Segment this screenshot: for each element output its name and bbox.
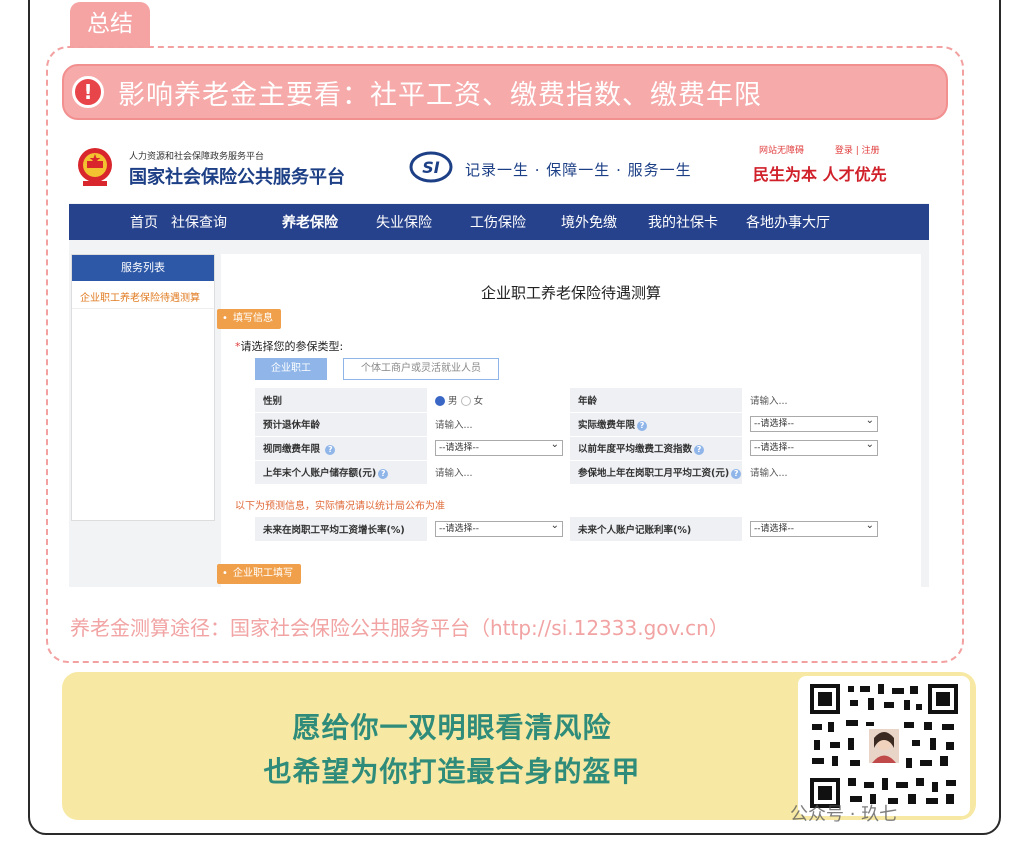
actual-years-cell: --请选择-- [742,412,885,437]
source-line: 养老金测算途径：国家社会保险公共服务平台（http://si.12333.gov… [70,616,729,640]
closing-banner: 愿给你一双明眼看清风险 也希望为你打造最合身的盔甲 [62,672,976,820]
table-row: 上年末个人账户储存额(元)? 请输入... 参保地上年在岗职工月平均工资(元)?… [255,460,885,485]
service-sidebar: 服务列表 企业职工养老保险待遇测算 [71,254,215,521]
female-radio[interactable] [460,396,471,407]
gender-label: 性别 [255,388,427,413]
svg-text:SI: SI [422,158,440,177]
nav-unemployment-insurance[interactable]: 失业保险 [357,212,451,232]
interest-rate-label: 未来个人账户记账利率(%) [570,517,742,541]
org-subtitle: 人力资源和社会保障政务服务平台 [129,152,265,162]
site-slogan: 记录一生 · 保障一生 · 服务一生 [465,161,692,179]
help-icon[interactable]: ? [378,469,389,479]
nav-insurance-query[interactable]: 社保查询 [169,212,229,232]
interest-rate-select[interactable]: --请选择-- [750,519,878,537]
accessibility-link[interactable]: 网站无障碍 [759,146,804,156]
wage-growth-select[interactable]: --请选择-- [435,519,563,537]
banner-line-1: 愿给你一双明眼看清风险 [292,711,612,744]
qr-code-icon[interactable] [808,682,960,810]
calc-panel: 企业职工养老保险待遇测算 填写信息 *请选择您的参保类型: 企业职工 个体工商户… [217,254,921,587]
nav-overseas-exemption[interactable]: 境外免缴 [545,212,633,232]
calc-title: 企业职工养老保险待遇测算 [480,284,661,302]
type-enterprise-button[interactable]: 企业职工 [255,358,327,380]
sidebar-title: 服务列表 [72,255,214,281]
deemed-years-label: 视同缴费年限 ? [255,436,427,461]
wage-index-select[interactable]: --请选择-- [750,438,878,456]
main-nav: 首页 社保查询 养老保险 失业保险 工伤保险 境外免缴 我的社保卡 各地办事大厅 [69,204,929,240]
site-title[interactable]: 国家社会保险公共服务平台 [129,163,345,189]
interest-rate-cell: --请选择-- [742,517,885,541]
nav-my-social-card[interactable]: 我的社保卡 [633,212,733,232]
qr-code-frame [798,676,970,816]
nav-injury-insurance[interactable]: 工伤保险 [451,212,545,232]
prediction-table: 未来在岗职工平均工资增长率(%) --请选择-- 未来个人账户记账利率(%) -… [255,517,885,541]
age-label: 年龄 [570,388,742,413]
section-flag-enterprise: 企业职工填写 [217,564,301,584]
help-icon[interactable]: ? [637,421,648,431]
insured-type-label: *请选择您的参保类型: [235,340,344,353]
site-header: 人力资源和社会保障政务服务平台 国家社会保险公共服务平台 SI 记录一生 · 保… [69,135,929,203]
nav-pension-insurance[interactable]: 养老保险 [263,212,357,232]
retire-age-label: 预计退休年龄 [255,412,427,437]
actual-years-select[interactable]: --请选择-- [750,414,878,432]
table-row: 性别 男 女 年龄 请输入... [255,388,885,413]
age-input[interactable]: 请输入... [742,388,885,413]
wage-index-cell: --请选择-- [742,436,885,461]
national-emblem-icon [78,148,112,186]
help-icon[interactable]: ? [731,469,742,479]
site-motto: 民生为本 人才优先 [753,165,887,184]
sidebar-item-pension-calc[interactable]: 企业职工养老保险待遇测算 [72,281,214,309]
gender-radio-group: 男 女 [427,388,570,413]
wage-index-label: 以前年度平均缴费工资指数? [570,436,742,461]
website-screenshot: 人力资源和社会保障政务服务平台 国家社会保险公共服务平台 SI 记录一生 · 保… [69,135,929,587]
si-logo-icon: SI [409,151,453,183]
exclamation-icon: ! [72,76,104,108]
male-radio[interactable] [435,396,445,407]
table-row: 预计退休年龄 请输入... 实际缴费年限? --请选择-- [255,412,885,437]
help-icon[interactable]: ? [694,445,705,455]
wage-growth-cell: --请选择-- [427,517,570,541]
female-label: 女 [473,395,484,407]
help-icon[interactable]: ? [325,445,336,455]
avg-wage-input[interactable]: 请输入... [742,460,885,485]
male-label: 男 [448,395,458,407]
deemed-years-select[interactable]: --请选择-- [435,438,563,456]
wage-growth-label: 未来在岗职工平均工资增长率(%) [255,517,427,541]
login-register-link[interactable]: 登录 | 注册 [835,146,880,156]
header-links: 网站无障碍 登录 | 注册 [759,143,886,156]
table-row: 未来在岗职工平均工资增长率(%) --请选择-- 未来个人账户记账利率(%) -… [255,517,885,541]
deemed-years-cell: --请选择-- [427,436,570,461]
banner-line-2: 也希望为你打造最合身的盔甲 [263,755,641,788]
wechat-watermark: 公众号 · 玖七 [790,804,898,825]
alert-bar: ! 影响养老金主要看：社平工资、缴费指数、缴费年限 [62,64,948,120]
prediction-note: 以下为预测信息，实际情况请以统计局公布为准 [235,501,445,512]
section-flag-fill-info: 填写信息 [217,309,281,329]
retire-age-input[interactable]: 请输入... [427,412,570,437]
alert-text: 影响养老金主要看：社平工资、缴费指数、缴费年限 [118,79,762,111]
type-individual-button[interactable]: 个体工商户或灵活就业人员 [343,358,499,380]
summary-tab: 总结 [70,2,150,48]
account-balance-label: 上年末个人账户储存额(元)? [255,460,427,485]
nav-local-service-hall[interactable]: 各地办事大厅 [733,212,843,232]
account-balance-input[interactable]: 请输入... [427,460,570,485]
table-row: 视同缴费年限 ? --请选择-- 以前年度平均缴费工资指数? --请选择-- [255,436,885,461]
calc-form-table: 性别 男 女 年龄 请输入... 预计退休年龄 请输入... 实际缴费年限? -… [255,388,885,485]
actual-years-label: 实际缴费年限? [570,412,742,437]
avg-wage-label: 参保地上年在岗职工月平均工资(元)? [570,460,742,485]
